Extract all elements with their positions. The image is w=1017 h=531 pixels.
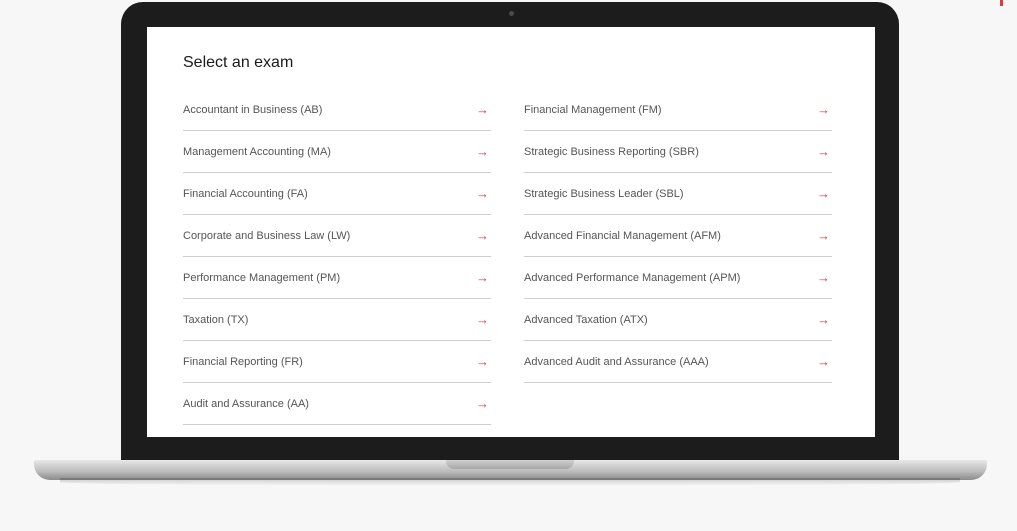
arrow-right-icon: → — [476, 228, 489, 243]
page-title: Select an exam — [183, 54, 294, 71]
exam-item-fa[interactable]: Financial Accounting (FA) → — [183, 173, 491, 215]
exam-label: Advanced Financial Management (AFM) — [524, 229, 721, 242]
arrow-right-icon: → — [817, 102, 830, 117]
arrow-right-icon: → — [817, 186, 830, 201]
camera-dot — [509, 11, 514, 16]
exam-label: Taxation (TX) — [183, 313, 249, 326]
exam-item-lw[interactable]: Corporate and Business Law (LW) → — [183, 215, 491, 257]
arrow-right-icon: → — [817, 270, 830, 285]
exam-list-right: Financial Management (FM) → Strategic Bu… — [524, 89, 832, 383]
exam-item-pm[interactable]: Performance Management (PM) → — [183, 257, 491, 299]
exam-label: Advanced Performance Management (APM) — [524, 271, 741, 284]
exam-item-tx[interactable]: Taxation (TX) → — [183, 299, 491, 341]
exam-item-apm[interactable]: Advanced Performance Management (APM) → — [524, 257, 832, 299]
exam-label: Advanced Audit and Assurance (AAA) — [524, 355, 709, 368]
exam-label: Audit and Assurance (AA) — [183, 397, 309, 410]
exam-item-sbl[interactable]: Strategic Business Leader (SBL) → — [524, 173, 832, 215]
arrow-right-icon: → — [817, 228, 830, 243]
laptop-screen: Select an exam Accountant in Business (A… — [147, 27, 875, 437]
exam-label: Financial Management (FM) — [524, 103, 662, 116]
arrow-right-icon: → — [817, 312, 830, 327]
exam-label: Financial Reporting (FR) — [183, 355, 303, 368]
exam-item-aa[interactable]: Audit and Assurance (AA) → — [183, 383, 491, 425]
exam-item-atx[interactable]: Advanced Taxation (ATX) → — [524, 299, 832, 341]
exam-label: Accountant in Business (AB) — [183, 103, 323, 116]
arrow-right-icon: → — [476, 270, 489, 285]
exam-label: Corporate and Business Law (LW) — [183, 229, 351, 242]
exam-item-ma[interactable]: Management Accounting (MA) → — [183, 131, 491, 173]
exam-label: Strategic Business Reporting (SBR) — [524, 145, 699, 158]
arrow-right-icon: → — [476, 354, 489, 369]
corner-accent-mark — [1000, 0, 1003, 6]
arrow-right-icon: → — [476, 102, 489, 117]
arrow-right-icon: → — [817, 144, 830, 159]
exam-label: Strategic Business Leader (SBL) — [524, 187, 684, 200]
exam-item-aaa[interactable]: Advanced Audit and Assurance (AAA) → — [524, 341, 832, 383]
exam-item-sbr[interactable]: Strategic Business Reporting (SBR) → — [524, 131, 832, 173]
laptop-shadow — [60, 478, 960, 486]
exam-label: Advanced Taxation (ATX) — [524, 313, 648, 326]
arrow-right-icon: → — [817, 354, 830, 369]
exam-label: Financial Accounting (FA) — [183, 187, 308, 200]
exam-item-fm[interactable]: Financial Management (FM) → — [524, 89, 832, 131]
laptop-notch — [446, 460, 574, 469]
exam-item-ab[interactable]: Accountant in Business (AB) → — [183, 89, 491, 131]
exam-label: Management Accounting (MA) — [183, 145, 331, 158]
exam-item-afm[interactable]: Advanced Financial Management (AFM) → — [524, 215, 832, 257]
arrow-right-icon: → — [476, 396, 489, 411]
arrow-right-icon: → — [476, 144, 489, 159]
exam-list-left: Accountant in Business (AB) → Management… — [183, 89, 491, 425]
exam-item-fr[interactable]: Financial Reporting (FR) → — [183, 341, 491, 383]
arrow-right-icon: → — [476, 312, 489, 327]
arrow-right-icon: → — [476, 186, 489, 201]
exam-label: Performance Management (PM) — [183, 271, 341, 284]
